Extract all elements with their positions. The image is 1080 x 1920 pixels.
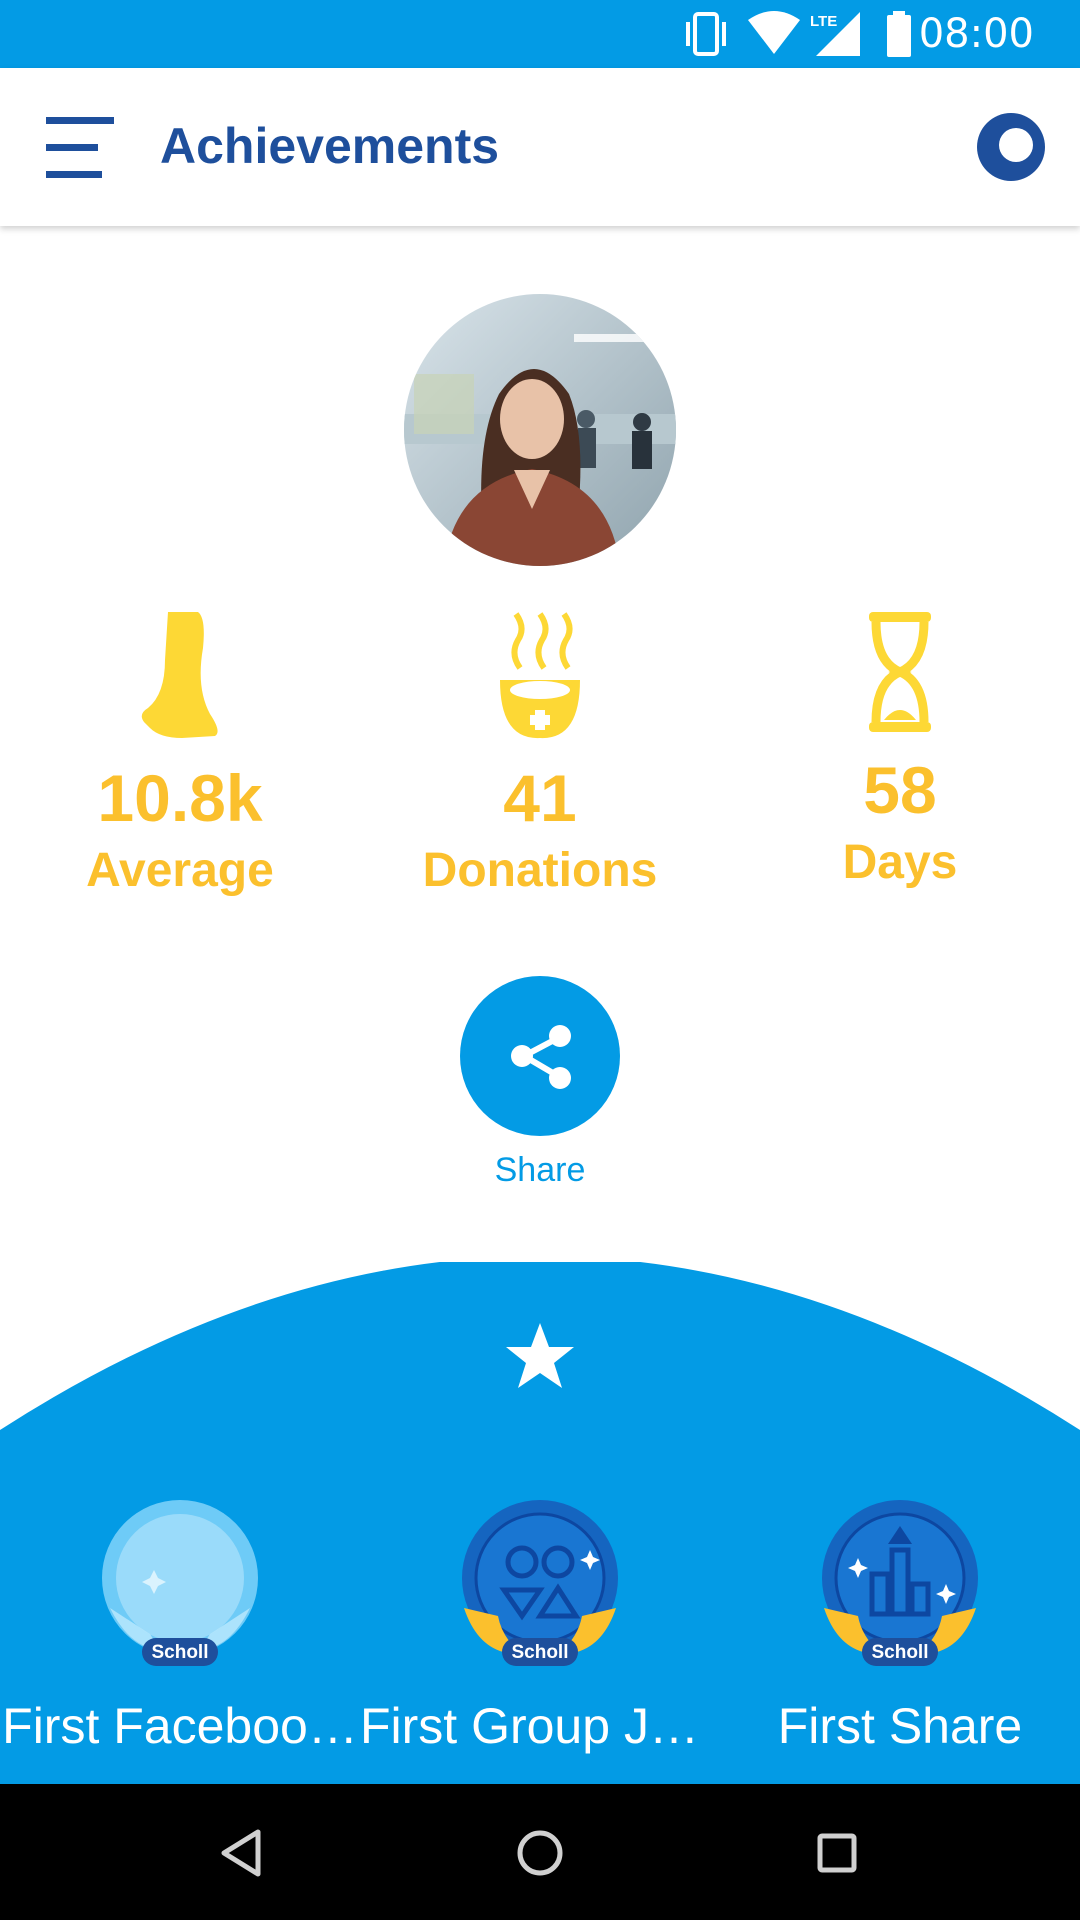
badge-brand-text: Scholl	[871, 1642, 928, 1663]
vibrate-icon	[686, 12, 726, 56]
progress-ring-button[interactable]	[976, 112, 1046, 182]
status-bar: LTE 08:00	[0, 0, 1080, 68]
wifi-icon	[748, 11, 800, 54]
navigation-bar	[0, 1784, 1080, 1920]
back-button[interactable]	[208, 1818, 278, 1888]
page-title: Achievements	[160, 118, 500, 174]
badge-brand-text: Scholl	[151, 1642, 208, 1663]
foot-icon	[141, 612, 218, 738]
stat-label: Average	[86, 844, 274, 897]
app-bar: Achievements	[0, 68, 1080, 226]
recents-button[interactable]	[802, 1818, 872, 1888]
first-facebook-badge-icon: Scholl	[102, 1500, 258, 1666]
ring-progress-icon	[977, 113, 1045, 181]
badge-label: First Faceboo…	[2, 1698, 358, 1754]
home-icon	[517, 1830, 563, 1876]
stat-value: 41	[503, 761, 577, 835]
hourglass-icon	[869, 612, 931, 732]
lte-signal-icon: LTE	[810, 12, 860, 56]
back-icon	[221, 1829, 261, 1877]
star-icon	[506, 1323, 574, 1388]
status-time: 08:00	[918, 11, 1034, 57]
badge-label: First Share	[777, 1698, 1023, 1754]
first-group-join-badge-icon: Scholl	[462, 1500, 618, 1666]
network-type-label: LTE	[810, 13, 837, 30]
stat-label: Days	[842, 836, 958, 889]
donation-bowl-icon	[500, 612, 580, 739]
menu-button[interactable]	[30, 103, 130, 193]
battery-icon	[887, 11, 911, 57]
stat-value: 10.8k	[97, 761, 263, 835]
share-button[interactable]	[460, 976, 620, 1136]
stat-value: 58	[863, 753, 937, 827]
avatar	[404, 294, 676, 566]
profile-photo	[404, 294, 676, 566]
first-share-badge-icon: Scholl	[822, 1500, 978, 1666]
badge-label: First Group Jo…	[360, 1698, 720, 1754]
home-button[interactable]	[505, 1818, 575, 1888]
share-icon	[511, 1025, 571, 1089]
stat-label: Donations	[422, 844, 658, 897]
recents-icon	[817, 1833, 857, 1873]
hamburger-menu-icon	[46, 117, 114, 178]
share-label: Share	[494, 1151, 586, 1189]
badge-brand-text: Scholl	[511, 1642, 568, 1663]
